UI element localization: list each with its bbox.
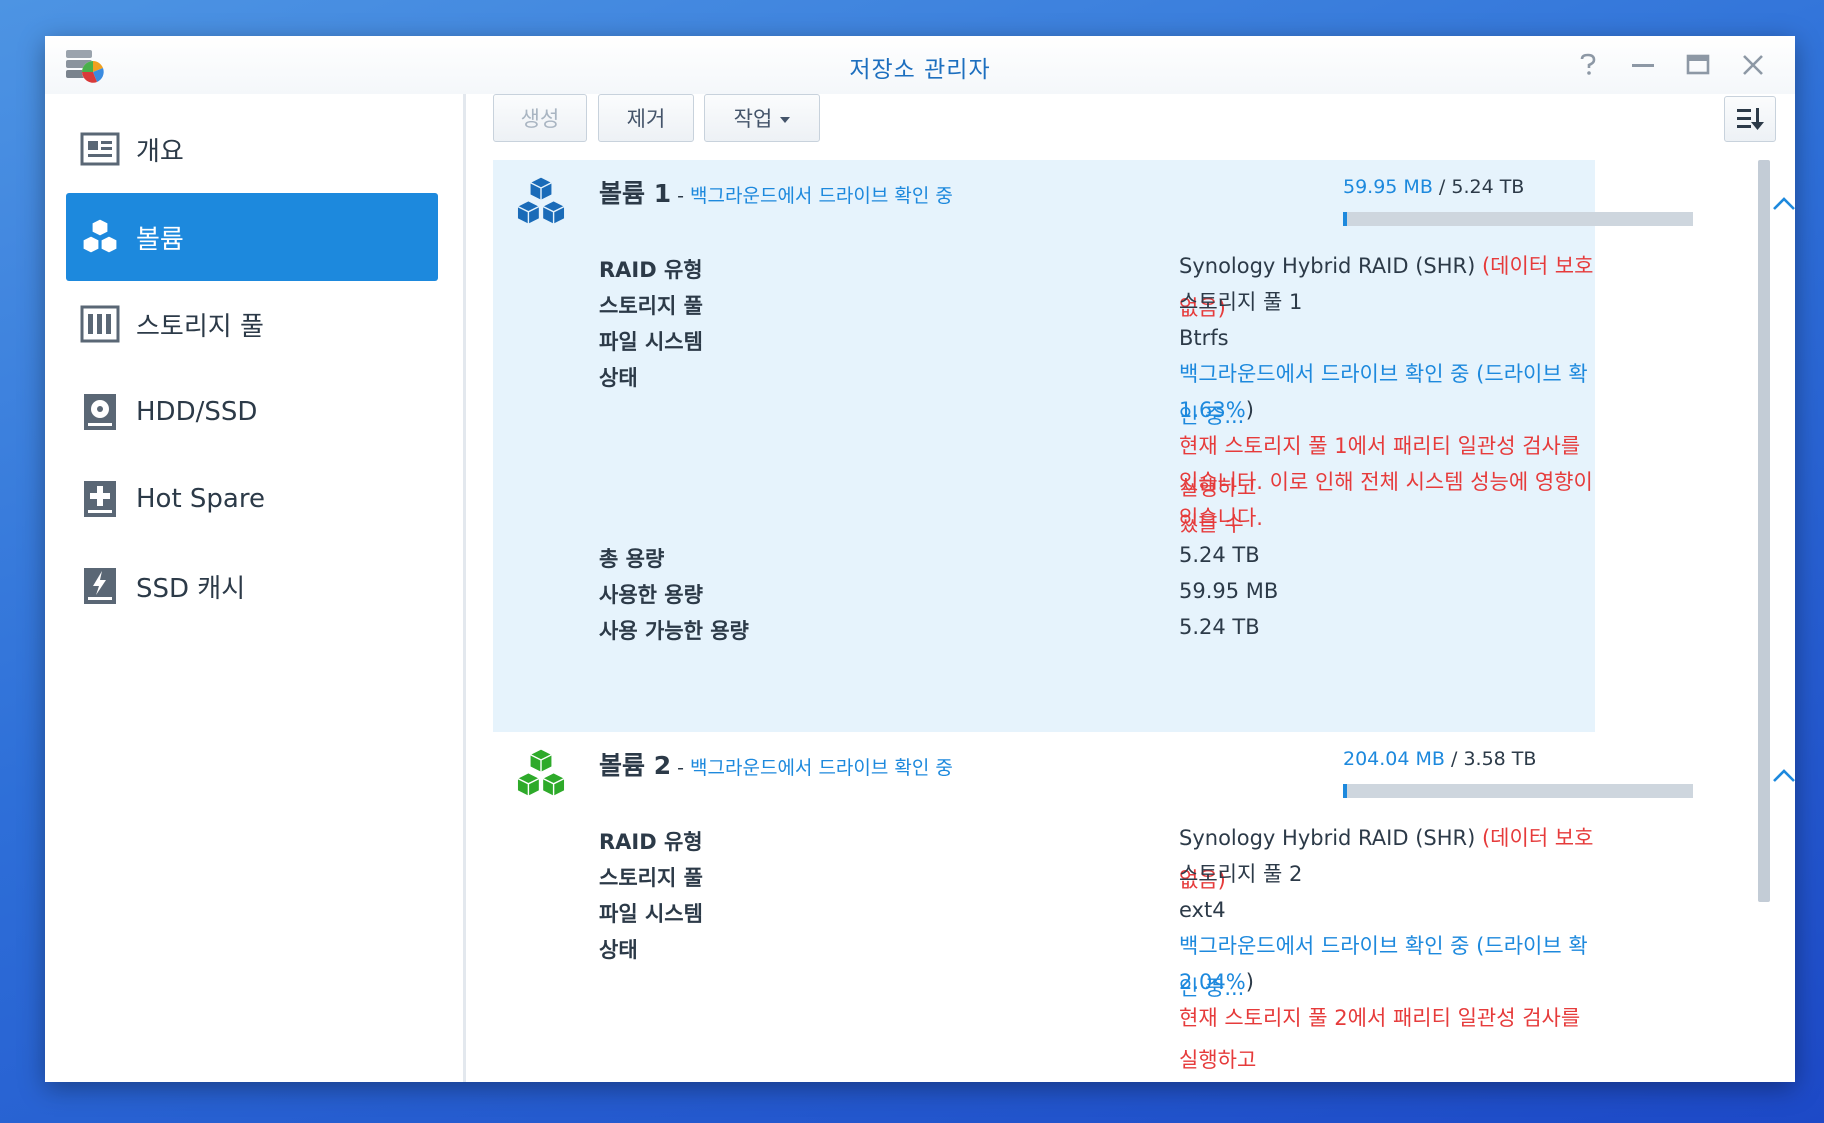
collapse-button[interactable] [1771, 766, 1795, 784]
used-size: 59.95 MB [1343, 176, 1433, 198]
raid-type: Synology Hybrid RAID (SHR) [1179, 826, 1476, 850]
volume-cubes-icon [513, 746, 569, 802]
total-size: 5.24 TB [1451, 176, 1525, 198]
sidebar-item-label: 볼륨 [136, 224, 184, 255]
raid-type-label: RAID 유형 [599, 830, 703, 854]
separator: - [671, 185, 691, 207]
minimize-icon [1632, 64, 1654, 67]
usage-bar [1343, 212, 1693, 226]
separator: / [1444, 748, 1464, 770]
sidebar-item-ssd-cache[interactable]: SSD 캐시 [66, 542, 438, 630]
minimize-button[interactable] [1628, 50, 1658, 80]
volume-header: 볼륨 1 - 백그라운드에서 드라이브 확인 중 [599, 174, 953, 210]
collapse-button[interactable] [1771, 194, 1795, 212]
usage-bar [1343, 784, 1693, 798]
storage-manager-window: 저장소 관리자 개요 볼륨 스토리지 풀 HDD/SSD Hot Spare S… [45, 36, 1795, 1082]
sidebar: 개요 볼륨 스토리지 풀 HDD/SSD Hot Spare SSD 캐시 [45, 94, 463, 1082]
action-label: 작업 [733, 107, 773, 131]
check-progress: 2.04% [1179, 970, 1246, 994]
sidebar-item-hot-spare[interactable]: Hot Spare [66, 455, 438, 543]
volume-icon [80, 217, 120, 257]
sidebar-item-storage-pool[interactable]: 스토리지 풀 [66, 280, 438, 368]
ssd-cache-icon [80, 566, 120, 606]
maximize-button[interactable] [1683, 50, 1713, 80]
help-button[interactable] [1573, 50, 1603, 80]
volume-item-1[interactable]: 볼륨 1 - 백그라운드에서 드라이브 확인 중 59.95 MB / 5.24… [493, 160, 1795, 732]
volume-header-status: 백그라운드에서 드라이브 확인 중 [690, 185, 953, 207]
status-label: 상태 [599, 938, 638, 962]
file-system-label: 파일 시스템 [599, 902, 703, 926]
usage-bar-fill [1343, 784, 1347, 798]
chevron-up-icon [1773, 197, 1795, 210]
total-capacity-label: 총 용량 [599, 547, 665, 571]
maximize-icon [1686, 54, 1710, 75]
usage-bar-fill [1343, 212, 1347, 226]
used-capacity-label: 사용한 용량 [599, 583, 703, 607]
action-dropdown-button[interactable]: 작업 [704, 94, 820, 142]
overview-icon [80, 129, 120, 169]
sidebar-item-label: SSD 캐시 [136, 573, 246, 604]
file-system-label: 파일 시스템 [599, 330, 703, 354]
paren: ) [1245, 970, 1254, 994]
sidebar-item-hdd-ssd[interactable]: HDD/SSD [66, 368, 438, 456]
chevron-down-icon [780, 117, 791, 123]
hdd-icon [80, 392, 120, 432]
used-size: 204.04 MB [1343, 748, 1445, 770]
storage-pool-label: 스토리지 풀 [599, 294, 703, 318]
volume-header: 볼륨 2 - 백그라운드에서 드라이브 확인 중 [599, 746, 953, 782]
sidebar-item-label: 스토리지 풀 [136, 311, 264, 342]
hot-spare-icon [80, 479, 120, 519]
volume-name: 볼륨 1 [599, 179, 672, 208]
separator: - [671, 757, 691, 779]
sidebar-item-volume[interactable]: 볼륨 [66, 193, 438, 281]
sort-icon [1737, 108, 1764, 130]
volume-header-status: 백그라운드에서 드라이브 확인 중 [690, 757, 953, 779]
volume-item-2[interactable]: 볼륨 2 - 백그라운드에서 드라이브 확인 중 204.04 MB / 3.5… [493, 732, 1795, 1082]
title-bar: 저장소 관리자 [45, 36, 1795, 94]
warning-line: 현재 스토리지 풀 2에서 패리티 일관성 검사를 실행하고 [1179, 1006, 1581, 1072]
close-button[interactable] [1738, 50, 1768, 80]
paren: ) [1245, 398, 1254, 422]
sort-button[interactable] [1724, 96, 1776, 142]
separator: / [1432, 176, 1452, 198]
window-title: 저장소 관리자 [849, 57, 991, 83]
remove-button[interactable]: 제거 [598, 94, 694, 142]
sidebar-item-label: HDD/SSD [136, 397, 258, 427]
close-icon [1743, 55, 1763, 75]
sidebar-item-label: Hot Spare [136, 484, 265, 514]
raid-type-label: RAID 유형 [599, 258, 703, 282]
storage-pool-label: 스토리지 풀 [599, 866, 703, 890]
check-progress: 1.63% [1179, 398, 1246, 422]
available-capacity-value: 5.24 TB [1179, 615, 1260, 639]
help-icon [1580, 53, 1596, 75]
volume-usage-text: 204.04 MB / 3.58 TB [1343, 748, 1536, 770]
sidebar-item-label: 개요 [136, 136, 184, 167]
scrollbar[interactable] [1758, 160, 1770, 902]
volume-usage-text: 59.95 MB / 5.24 TB [1343, 176, 1524, 198]
volume-list: 볼륨 1 - 백그라운드에서 드라이브 확인 중 59.95 MB / 5.24… [493, 160, 1795, 1082]
chevron-up-icon [1773, 769, 1795, 782]
total-size: 3.58 TB [1463, 748, 1537, 770]
warning-line: 있습니다. [1179, 506, 1263, 530]
available-capacity-label: 사용 가능한 용량 [599, 619, 749, 643]
raid-type: Synology Hybrid RAID (SHR) [1179, 254, 1476, 278]
volume-name: 볼륨 2 [599, 751, 672, 780]
volume-cubes-icon [513, 174, 569, 230]
sidebar-item-overview[interactable]: 개요 [66, 105, 438, 193]
storage-pool-icon [80, 304, 120, 344]
create-button[interactable]: 생성 [493, 94, 587, 142]
sidebar-divider [463, 94, 466, 1082]
status-label: 상태 [599, 366, 638, 390]
